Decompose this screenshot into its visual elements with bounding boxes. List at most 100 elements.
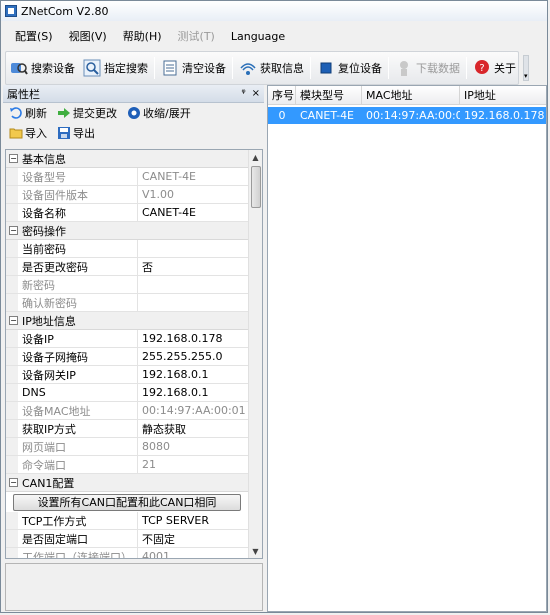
prop-value-ip[interactable]: 192.168.0.178 — [138, 330, 248, 347]
clear-devices-button[interactable]: 清空设备 — [157, 54, 230, 82]
collapse-expand-icon — [127, 106, 141, 120]
collapse-toggle-icon[interactable]: − — [9, 226, 18, 235]
title-bar: ZNetCom V2.80 — [1, 1, 547, 21]
save-icon — [57, 126, 71, 140]
property-panel-header: 属性栏 ᵠ × — [3, 85, 264, 103]
reset-device-label: 复位设备 — [338, 62, 382, 75]
menu-config[interactable]: 配置(S) — [15, 28, 53, 44]
search-device-label: 搜索设备 — [31, 62, 75, 75]
collapse-toggle-icon[interactable]: − — [9, 154, 18, 163]
column-header-model[interactable]: 模块型号 — [296, 86, 362, 104]
prop-value: CANET-4E — [142, 170, 197, 183]
import-button[interactable]: 导入 — [9, 125, 47, 141]
device-model: CANET-4E — [300, 109, 355, 122]
about-button[interactable]: ? 关于 — [469, 54, 520, 82]
section-ip-info[interactable]: − IP地址信息 — [6, 312, 248, 330]
menu-language[interactable]: Language — [231, 30, 285, 43]
column-header-ip[interactable]: IP地址 — [460, 86, 546, 104]
download-icon — [395, 59, 413, 77]
prop-value-current-password[interactable] — [138, 240, 248, 257]
prop-value-fixed-port[interactable]: 不固定 — [138, 530, 248, 547]
menu-view[interactable]: 视图(V) — [69, 28, 107, 44]
prop-row-subnet-mask[interactable]: 设备子网掩码 255.255.255.0 — [6, 348, 248, 366]
specify-search-button[interactable]: 指定搜索 — [79, 54, 152, 82]
get-info-button[interactable]: 获取信息 — [235, 54, 308, 82]
device-ip: 192.168.0.178 — [464, 109, 545, 122]
prop-name: 设备名称 — [18, 204, 138, 221]
device-row[interactable]: 0 CANET-4E 00:14:97:AA:00:01 192.168.0.1… — [268, 107, 546, 124]
prop-row-work-port: 工作端口（连接端口） 4001 — [6, 548, 248, 559]
search-device-icon — [10, 59, 28, 77]
scroll-down-icon[interactable]: ▼ — [249, 544, 262, 558]
refresh-button[interactable]: 刷新 — [9, 105, 47, 121]
download-data-button[interactable]: 下载数据 — [391, 54, 464, 82]
collapse-toggle-icon[interactable]: − — [9, 478, 18, 487]
arrow-right-icon — [57, 106, 71, 120]
device-list[interactable]: 序号 模块型号 MAC地址 IP地址 0 CANET-4E 00:14:97:A… — [267, 85, 547, 612]
prop-value-tcp-mode[interactable]: TCP SERVER — [138, 512, 248, 529]
prop-name: 获取IP方式 — [18, 420, 138, 437]
panel-toolbar-1: 刷新 提交更改 收缩/展开 — [3, 103, 264, 123]
prop-row-firmware: 设备固件版本 V1.00 — [6, 186, 248, 204]
prop-value-ip-mode[interactable]: 静态获取 — [138, 420, 248, 437]
prop-row-device-name[interactable]: 设备名称 CANET-4E — [6, 204, 248, 222]
pin-icon[interactable]: ᵠ — [241, 88, 245, 99]
prop-value: 8080 — [142, 440, 170, 453]
property-grid-scrollbar[interactable]: ▲ ▼ — [248, 150, 262, 558]
prop-name: 是否更改密码 — [18, 258, 138, 275]
property-grid[interactable]: − 基本信息 设备型号 CANET-4E 设备固件版本 V1.00 设备名称 C… — [5, 149, 263, 559]
column-header-mac[interactable]: MAC地址 — [362, 86, 460, 104]
prop-name: 设备网关IP — [18, 366, 138, 383]
prop-name: 当前密码 — [18, 240, 138, 257]
section-basic-info[interactable]: − 基本信息 — [6, 150, 248, 168]
menu-test[interactable]: 测试(T) — [178, 28, 215, 44]
collapse-toggle-icon[interactable]: − — [9, 316, 18, 325]
prop-row-change-password[interactable]: 是否更改密码 否 — [6, 258, 248, 276]
about-label: 关于 — [494, 62, 516, 75]
prop-value-device-name[interactable]: CANET-4E — [138, 204, 248, 221]
prop-name: TCP工作方式 — [18, 512, 138, 529]
prop-row-confirm-password: 确认新密码 — [6, 294, 248, 312]
prop-value-subnet-mask[interactable]: 255.255.255.0 — [138, 348, 248, 365]
specify-search-label: 指定搜索 — [104, 62, 148, 75]
property-panel-title: 属性栏 — [7, 87, 40, 101]
panel-toolbar-2: 导入 导出 — [3, 123, 264, 143]
prop-name: 设备子网掩码 — [18, 348, 138, 365]
reset-device-button[interactable]: 复位设备 — [313, 54, 386, 82]
collapse-expand-button[interactable]: 收缩/展开 — [127, 105, 191, 121]
prop-row-gateway[interactable]: 设备网关IP 192.168.0.1 — [6, 366, 248, 384]
apply-all-can-button[interactable]: 设置所有CAN口配置和此CAN口相同 — [13, 493, 241, 511]
submit-changes-button[interactable]: 提交更改 — [57, 105, 117, 121]
column-header-index[interactable]: 序号 — [268, 86, 296, 104]
section-password[interactable]: − 密码操作 — [6, 222, 248, 240]
prop-row-dns[interactable]: DNS 192.168.0.1 — [6, 384, 248, 402]
prop-row-ip[interactable]: 设备IP 192.168.0.178 — [6, 330, 248, 348]
device-index: 0 — [278, 109, 286, 122]
prop-name: 确认新密码 — [18, 294, 138, 311]
clear-icon — [161, 59, 179, 77]
property-description-area — [5, 563, 263, 611]
prop-name: 是否固定端口 — [18, 530, 138, 547]
section-can1[interactable]: − CAN1配置 — [6, 474, 248, 492]
toolbar-overflow-button[interactable]: ▾ — [523, 55, 529, 81]
prop-name: 设备型号 — [18, 168, 138, 185]
refresh-label: 刷新 — [25, 107, 47, 120]
menu-help[interactable]: 帮助(H) — [123, 28, 162, 44]
prop-value-change-password[interactable]: 否 — [138, 258, 248, 275]
search-device-button[interactable]: 搜索设备 — [6, 54, 79, 82]
export-button[interactable]: 导出 — [57, 125, 95, 141]
prop-row-fixed-port[interactable]: 是否固定端口 不固定 — [6, 530, 248, 548]
menu-bar: 配置(S) 视图(V) 帮助(H) 测试(T) Language — [1, 25, 547, 47]
prop-value: 4001 — [142, 550, 170, 559]
prop-name: 新密码 — [18, 276, 138, 293]
prop-row-ip-mode[interactable]: 获取IP方式 静态获取 — [6, 420, 248, 438]
close-icon[interactable]: × — [252, 88, 260, 99]
prop-value-gateway[interactable]: 192.168.0.1 — [138, 366, 248, 383]
prop-row-current-password[interactable]: 当前密码 — [6, 240, 248, 258]
scrollbar-thumb[interactable] — [251, 166, 261, 208]
scroll-up-icon[interactable]: ▲ — [249, 150, 262, 164]
prop-value-dns[interactable]: 192.168.0.1 — [138, 384, 248, 401]
prop-row-tcp-mode[interactable]: TCP工作方式 TCP SERVER — [6, 512, 248, 530]
prop-value: V1.00 — [142, 188, 175, 201]
section-title: 基本信息 — [22, 152, 66, 166]
